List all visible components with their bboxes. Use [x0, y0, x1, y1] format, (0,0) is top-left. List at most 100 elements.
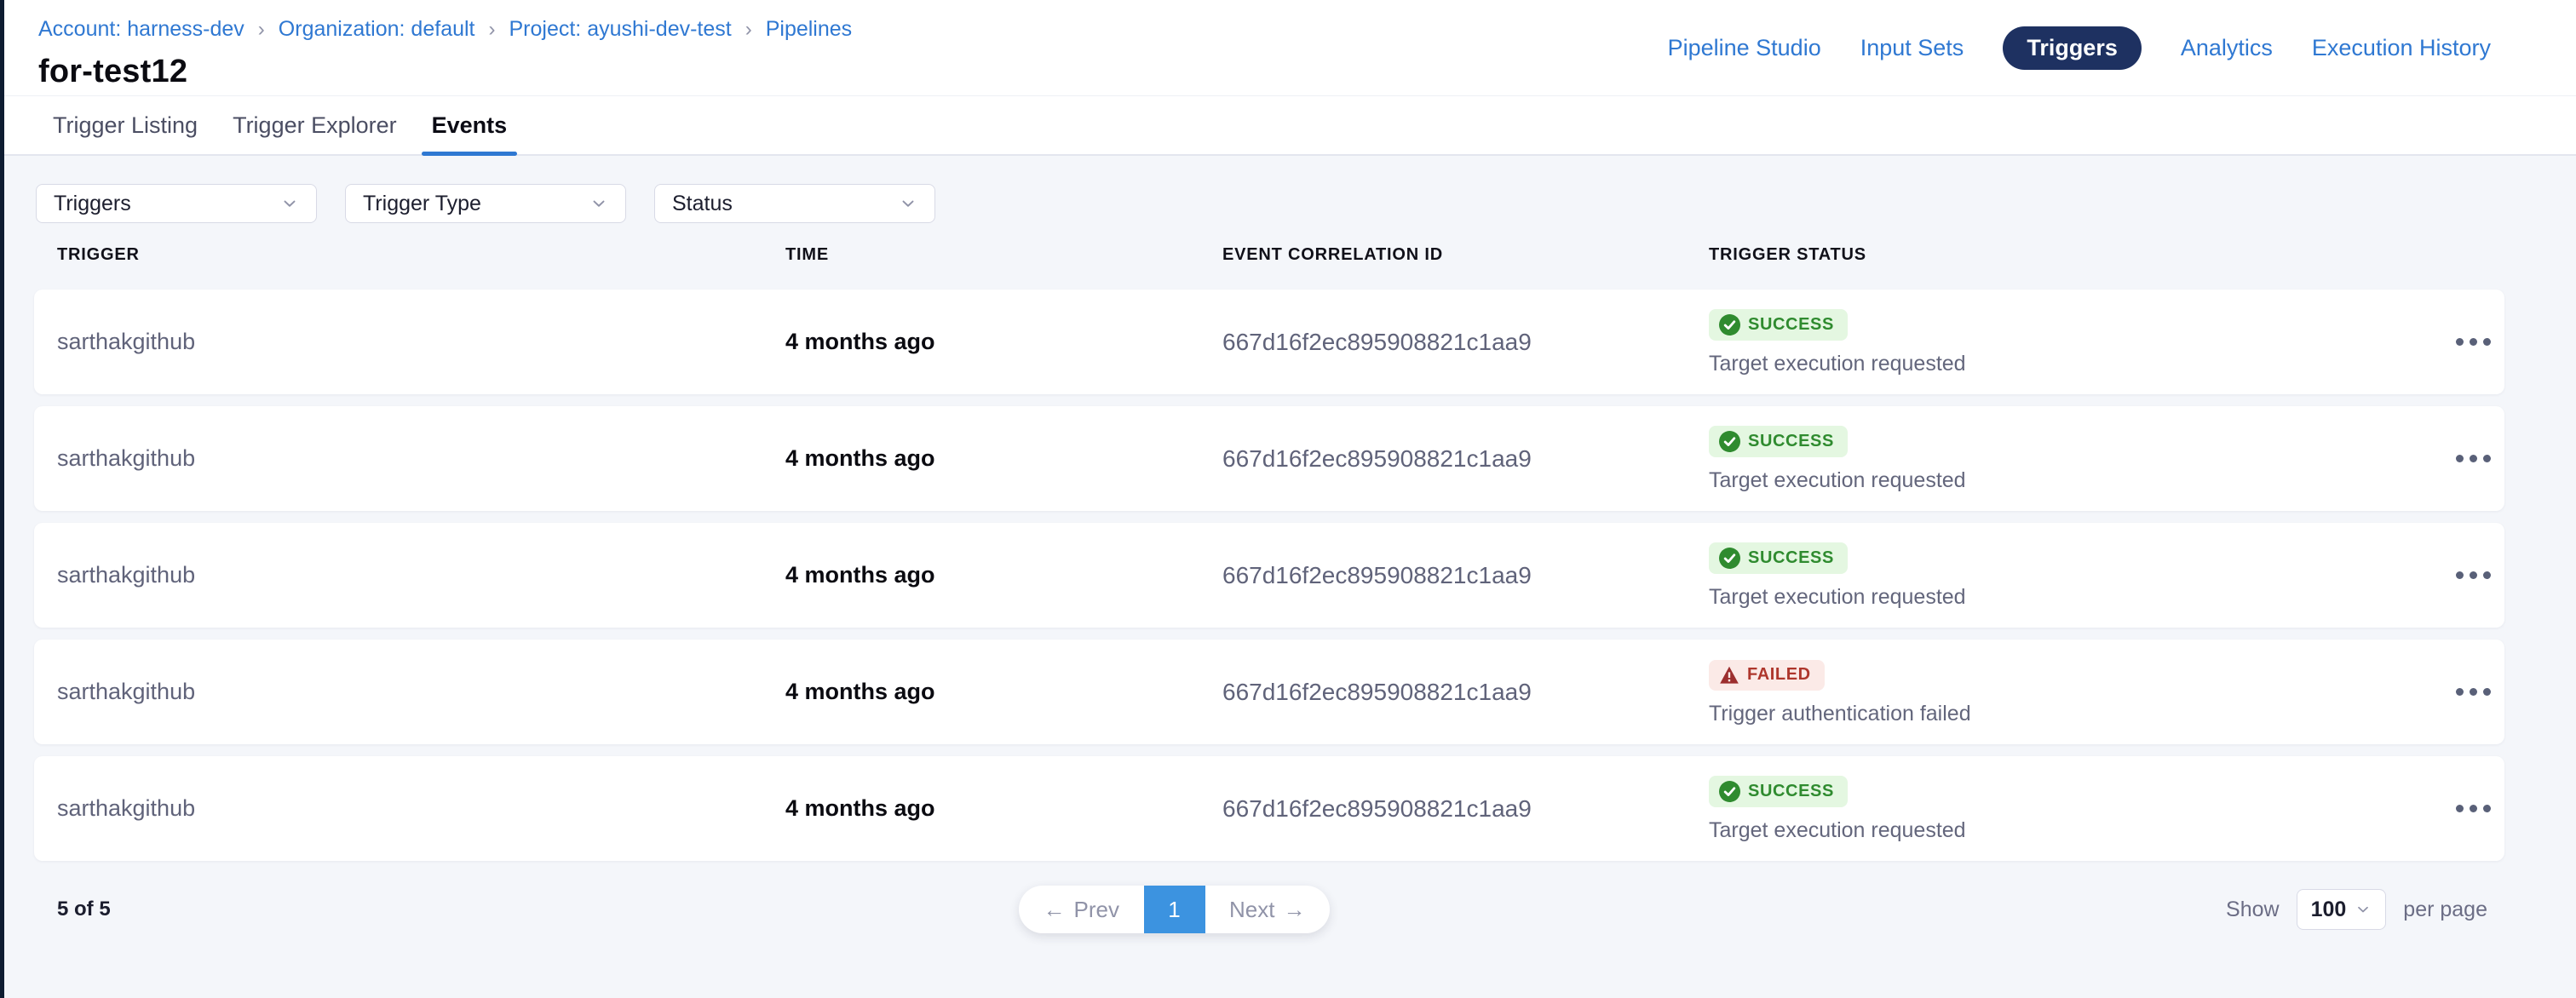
row-menu-button[interactable] [2441, 290, 2504, 394]
results-count: 5 of 5 [57, 898, 111, 921]
check-circle-icon [1719, 548, 1740, 569]
trigger-status-cell: SUCCESS Target execution requested [1709, 756, 2441, 861]
tab-trigger-listing[interactable]: Trigger Listing [51, 96, 199, 154]
pagination-footer: 5 of 5 ← Prev 1 Next → Show 100 per page [4, 886, 2576, 933]
status-label: FAILED [1747, 665, 1811, 685]
row-menu-button[interactable] [2441, 406, 2504, 511]
event-time: 4 months ago [785, 445, 1222, 472]
status-badge: FAILED [1709, 660, 1825, 691]
check-circle-icon [1719, 431, 1740, 452]
nav-triggers[interactable]: Triggers [2003, 26, 2142, 70]
chevron-down-icon [899, 194, 917, 213]
filters-row: Triggers Trigger Type Status [36, 184, 935, 223]
prev-page-button[interactable]: ← Prev [1019, 886, 1144, 933]
show-label: Show [2226, 898, 2280, 922]
table-row: sarthakgithub 4 months ago 667d16f2ec895… [34, 406, 2504, 511]
status-detail: Target execution requested [1709, 585, 2441, 610]
triggers-filter-label: Triggers [54, 192, 131, 216]
events-table-header: TRIGGER TIME EVENT CORRELATION ID TRIGGE… [34, 245, 2504, 265]
event-correlation-id: 667d16f2ec895908821c1aa9 [1222, 795, 1709, 823]
nav-execution-history[interactable]: Execution History [2312, 26, 2491, 70]
trigger-name: sarthakgithub [57, 679, 785, 705]
breadcrumb-pipelines-link[interactable]: Pipelines [766, 17, 852, 42]
triggers-tabs: Trigger Listing Trigger Explorer Events [4, 95, 2576, 156]
event-time: 4 months ago [785, 329, 1222, 355]
nav-pipeline-studio[interactable]: Pipeline Studio [1668, 26, 1821, 70]
nav-input-sets[interactable]: Input Sets [1860, 26, 1964, 70]
arrow-right-icon: → [1283, 897, 1305, 923]
breadcrumb-separator: › [745, 18, 752, 42]
status-label: SUCCESS [1748, 315, 1834, 335]
tab-trigger-explorer[interactable]: Trigger Explorer [231, 96, 399, 154]
status-detail: Target execution requested [1709, 818, 2441, 843]
breadcrumb-organization-link[interactable]: Organization: default [279, 17, 475, 42]
column-header-trigger-status: TRIGGER STATUS [1709, 245, 2441, 265]
event-time: 4 months ago [785, 562, 1222, 588]
check-circle-icon [1719, 781, 1740, 802]
status-detail: Target execution requested [1709, 352, 2441, 376]
row-menu-button[interactable] [2441, 640, 2504, 744]
table-row: sarthakgithub 4 months ago 667d16f2ec895… [34, 290, 2504, 394]
row-menu-button[interactable] [2441, 523, 2504, 628]
events-table-body: sarthakgithub 4 months ago 667d16f2ec895… [34, 290, 2504, 873]
column-header-trigger: TRIGGER [57, 245, 785, 265]
breadcrumb-project-link[interactable]: Project: ayushi-dev-test [509, 17, 732, 42]
warning-triangle-icon [1719, 665, 1739, 685]
page-number-button[interactable]: 1 [1144, 886, 1205, 933]
per-page-label: per page [2403, 898, 2487, 922]
status-badge: SUCCESS [1709, 776, 1848, 807]
breadcrumb: Account: harness-dev › Organization: def… [38, 17, 852, 42]
event-correlation-id: 667d16f2ec895908821c1aa9 [1222, 329, 1709, 356]
row-menu-button[interactable] [2441, 756, 2504, 861]
prev-label: Prev [1074, 897, 1119, 923]
next-label: Next [1229, 897, 1274, 923]
trigger-name: sarthakgithub [57, 562, 785, 588]
breadcrumb-separator: › [258, 18, 265, 42]
next-page-button[interactable]: Next → [1205, 886, 1331, 933]
pagination-control: ← Prev 1 Next → [1019, 886, 1330, 933]
trigger-name: sarthakgithub [57, 795, 785, 822]
trigger-status-cell: SUCCESS Target execution requested [1709, 290, 2441, 394]
status-label: SUCCESS [1748, 432, 1834, 451]
event-time: 4 months ago [785, 795, 1222, 822]
page-title: for-test12 [38, 54, 852, 90]
trigger-name: sarthakgithub [57, 445, 785, 472]
trigger-type-filter-dropdown[interactable]: Trigger Type [345, 184, 626, 223]
table-row: sarthakgithub 4 months ago 667d16f2ec895… [34, 640, 2504, 744]
table-row: sarthakgithub 4 months ago 667d16f2ec895… [34, 523, 2504, 628]
page-size-dropdown[interactable]: 100 [2297, 889, 2387, 930]
status-detail: Target execution requested [1709, 468, 2441, 493]
tab-events[interactable]: Events [430, 96, 509, 154]
header-left: Account: harness-dev › Organization: def… [38, 17, 852, 90]
chevron-down-icon [2355, 901, 2372, 918]
status-label: SUCCESS [1748, 548, 1834, 568]
arrow-left-icon: ← [1044, 897, 1066, 923]
status-filter-label: Status [672, 192, 733, 216]
triggers-filter-dropdown[interactable]: Triggers [36, 184, 317, 223]
table-row: sarthakgithub 4 months ago 667d16f2ec895… [34, 756, 2504, 861]
breadcrumb-separator: › [489, 18, 496, 42]
page-size-value: 100 [2311, 898, 2347, 922]
chevron-down-icon [280, 194, 299, 213]
column-header-time: TIME [785, 245, 1222, 265]
trigger-name: sarthakgithub [57, 329, 785, 355]
trigger-status-cell: SUCCESS Target execution requested [1709, 523, 2441, 628]
page-size-control: Show 100 per page [2226, 889, 2487, 930]
status-badge: SUCCESS [1709, 542, 1848, 574]
event-time: 4 months ago [785, 679, 1222, 705]
status-detail: Trigger authentication failed [1709, 702, 2441, 726]
trigger-status-cell: SUCCESS Target execution requested [1709, 406, 2441, 511]
trigger-status-cell: FAILED Trigger authentication failed [1709, 640, 2441, 744]
status-filter-dropdown[interactable]: Status [654, 184, 935, 223]
nav-analytics[interactable]: Analytics [2181, 26, 2273, 70]
trigger-type-filter-label: Trigger Type [363, 192, 481, 216]
check-circle-icon [1719, 314, 1740, 336]
pipeline-nav: Pipeline Studio Input Sets Triggers Anal… [1668, 0, 2491, 95]
collapsed-sidenav-edge [0, 0, 4, 998]
breadcrumb-account-link[interactable]: Account: harness-dev [38, 17, 244, 42]
status-badge: SUCCESS [1709, 309, 1848, 341]
status-badge: SUCCESS [1709, 426, 1848, 457]
chevron-down-icon [589, 194, 608, 213]
status-label: SUCCESS [1748, 782, 1834, 801]
event-correlation-id: 667d16f2ec895908821c1aa9 [1222, 445, 1709, 473]
